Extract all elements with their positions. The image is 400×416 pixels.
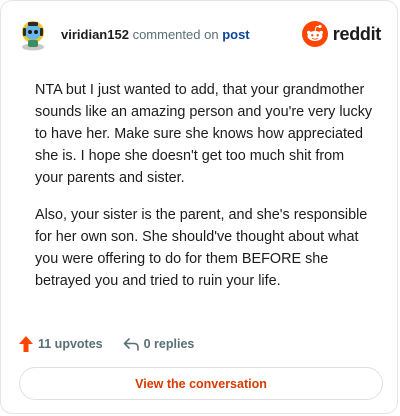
action-text: commented on <box>132 27 219 42</box>
username-link[interactable]: viridian152 <box>61 27 129 42</box>
reply-arrow-icon <box>123 338 139 351</box>
card-header: viridian152 commented on post reddit <box>19 19 381 51</box>
brand-name: reddit <box>332 23 382 44</box>
upvote-arrow-icon <box>19 336 33 352</box>
comment-meta: viridian152 commented on post <box>61 27 250 43</box>
upvote-count[interactable]: 11 upvotes <box>19 336 103 352</box>
view-conversation-button[interactable]: View the conversation <box>19 367 383 400</box>
reply-count[interactable]: 0 replies <box>123 337 195 351</box>
post-link[interactable]: post <box>222 27 249 42</box>
reply-label: 0 replies <box>143 337 195 351</box>
reddit-alien-icon <box>301 21 328 47</box>
comment-embed-card: viridian152 commented on post reddit NTA… <box>0 0 398 414</box>
snoo-avatar-icon[interactable] <box>19 19 47 51</box>
comment-body: NTA but I just wanted to add, that your … <box>35 79 375 307</box>
comment-paragraph: NTA but I just wanted to add, that your … <box>35 82 373 186</box>
upvote-label: 11 upvotes <box>38 337 103 351</box>
reddit-logo[interactable]: reddit <box>301 21 382 47</box>
comment-stats: 11 upvotes 0 replies <box>19 334 194 354</box>
comment-paragraph: Also, your sister is the parent, and she… <box>35 207 368 289</box>
